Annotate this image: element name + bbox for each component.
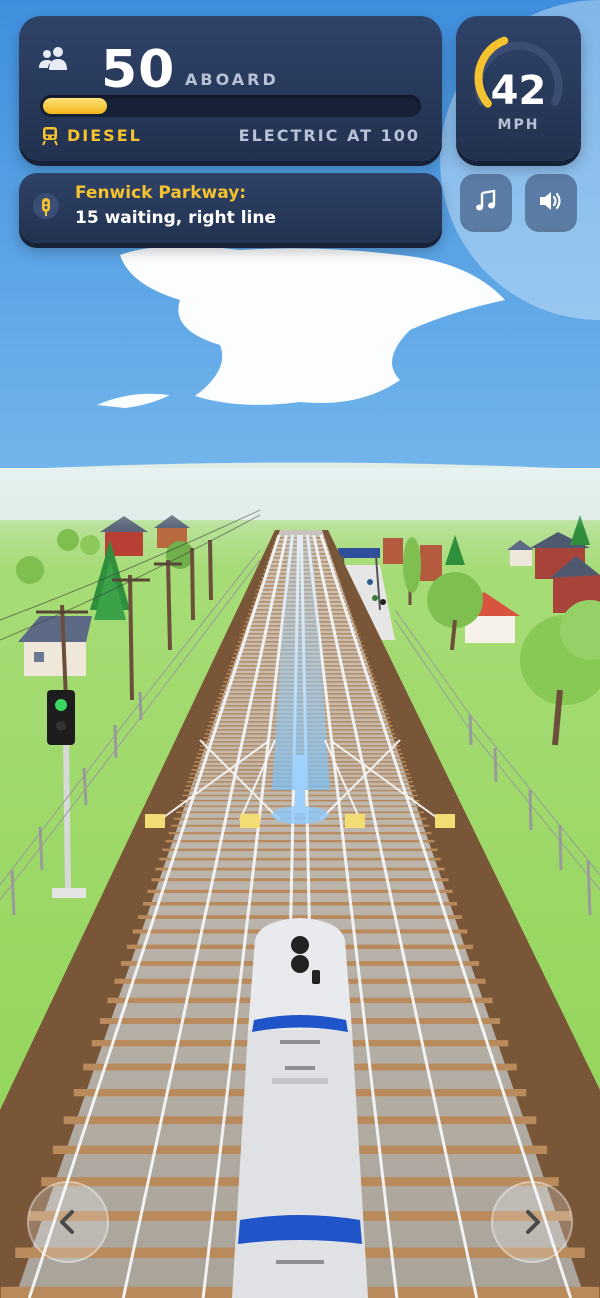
switch-left-button[interactable] xyxy=(27,1181,109,1263)
station-name: Fenwick Parkway: xyxy=(75,183,247,203)
station-pin-icon xyxy=(32,192,60,228)
chevron-left-icon xyxy=(60,1210,74,1234)
passenger-count: 50 xyxy=(101,40,176,100)
passenger-count-label: ABOARD xyxy=(185,70,279,89)
upgrade-threshold-label: ELECTRIC AT 100 xyxy=(238,126,420,145)
passengers-icon xyxy=(39,46,69,74)
switch-right-button[interactable] xyxy=(491,1181,573,1263)
speed-value: 42 xyxy=(490,68,547,114)
player-train xyxy=(232,918,368,1298)
passenger-panel: 50 ABOARD DIESEL ELECTRIC AT 100 xyxy=(19,16,442,161)
train-icon xyxy=(41,126,59,150)
progress-bar-fill xyxy=(43,98,107,114)
progress-bar xyxy=(40,95,421,117)
chevron-right-icon xyxy=(526,1210,540,1234)
speed-unit: MPH xyxy=(497,117,540,133)
music-note-icon xyxy=(476,189,496,211)
station-waiting-info: 15 waiting, right line xyxy=(75,208,276,228)
sound-toggle-button[interactable] xyxy=(525,174,577,228)
music-toggle-button[interactable] xyxy=(460,174,512,228)
speedometer: 42 MPH xyxy=(456,16,581,161)
speaker-icon xyxy=(540,192,561,210)
next-station-panel: Fenwick Parkway: 15 waiting, right line xyxy=(19,173,442,243)
fuel-type-label: DIESEL xyxy=(67,126,142,145)
